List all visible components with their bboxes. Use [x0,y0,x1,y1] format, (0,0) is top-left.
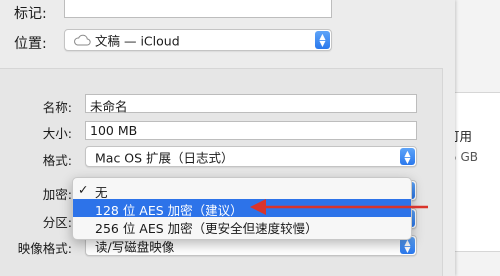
location-label: 位置: [14,36,47,52]
encryption-menu: ✓ 无 128 位 AES 加密（建议） 256 位 AES 加密（更安全但速度… [72,177,412,240]
menu-item-aes256[interactable]: 256 位 AES 加密（更安全但速度较慢） [73,217,411,236]
checkmark-icon: ✓ [78,182,89,197]
menu-item-none[interactable]: ✓ 无 [73,181,411,200]
location-popup[interactable]: 文稿 — iCloud ▲ ▼ [64,29,332,51]
menu-item-aes128[interactable]: 128 位 AES 加密（建议） [73,199,411,218]
location-value: 文稿 — iCloud [95,33,180,49]
format-value: Mac OS 扩展（日志式） [95,150,234,165]
name-value: 未命名 [90,99,128,114]
cloud-icon [73,34,91,49]
partition-label: 分区: [42,215,72,230]
menu-item-label: 256 位 AES 加密（更安全但速度较慢） [95,221,318,236]
size-field[interactable]: 100 MB [85,121,417,140]
size-value: 100 MB [90,123,138,138]
size-label: 大小: [42,126,72,141]
up-down-chevron-icon: ▲▼ [400,148,415,165]
options-panel: 名称: 未命名 大小: 100 MB 格式: Mac OS 扩展（日志式） ▲ ▼… [0,68,443,276]
name-label: 名称: [42,100,72,115]
name-field[interactable]: 未命名 [85,94,417,114]
format-label: 格式: [42,153,72,168]
image-format-label: 映像格式: [17,241,72,256]
format-popup[interactable]: Mac OS 扩展（日志式） ▲ ▼ [85,146,417,167]
up-down-chevron-icon: ▲▼ [315,31,330,49]
tags-field[interactable] [64,0,332,18]
encryption-label: 加密: [42,187,72,202]
tags-label: 标记: [14,6,47,22]
background-panel [452,92,500,252]
